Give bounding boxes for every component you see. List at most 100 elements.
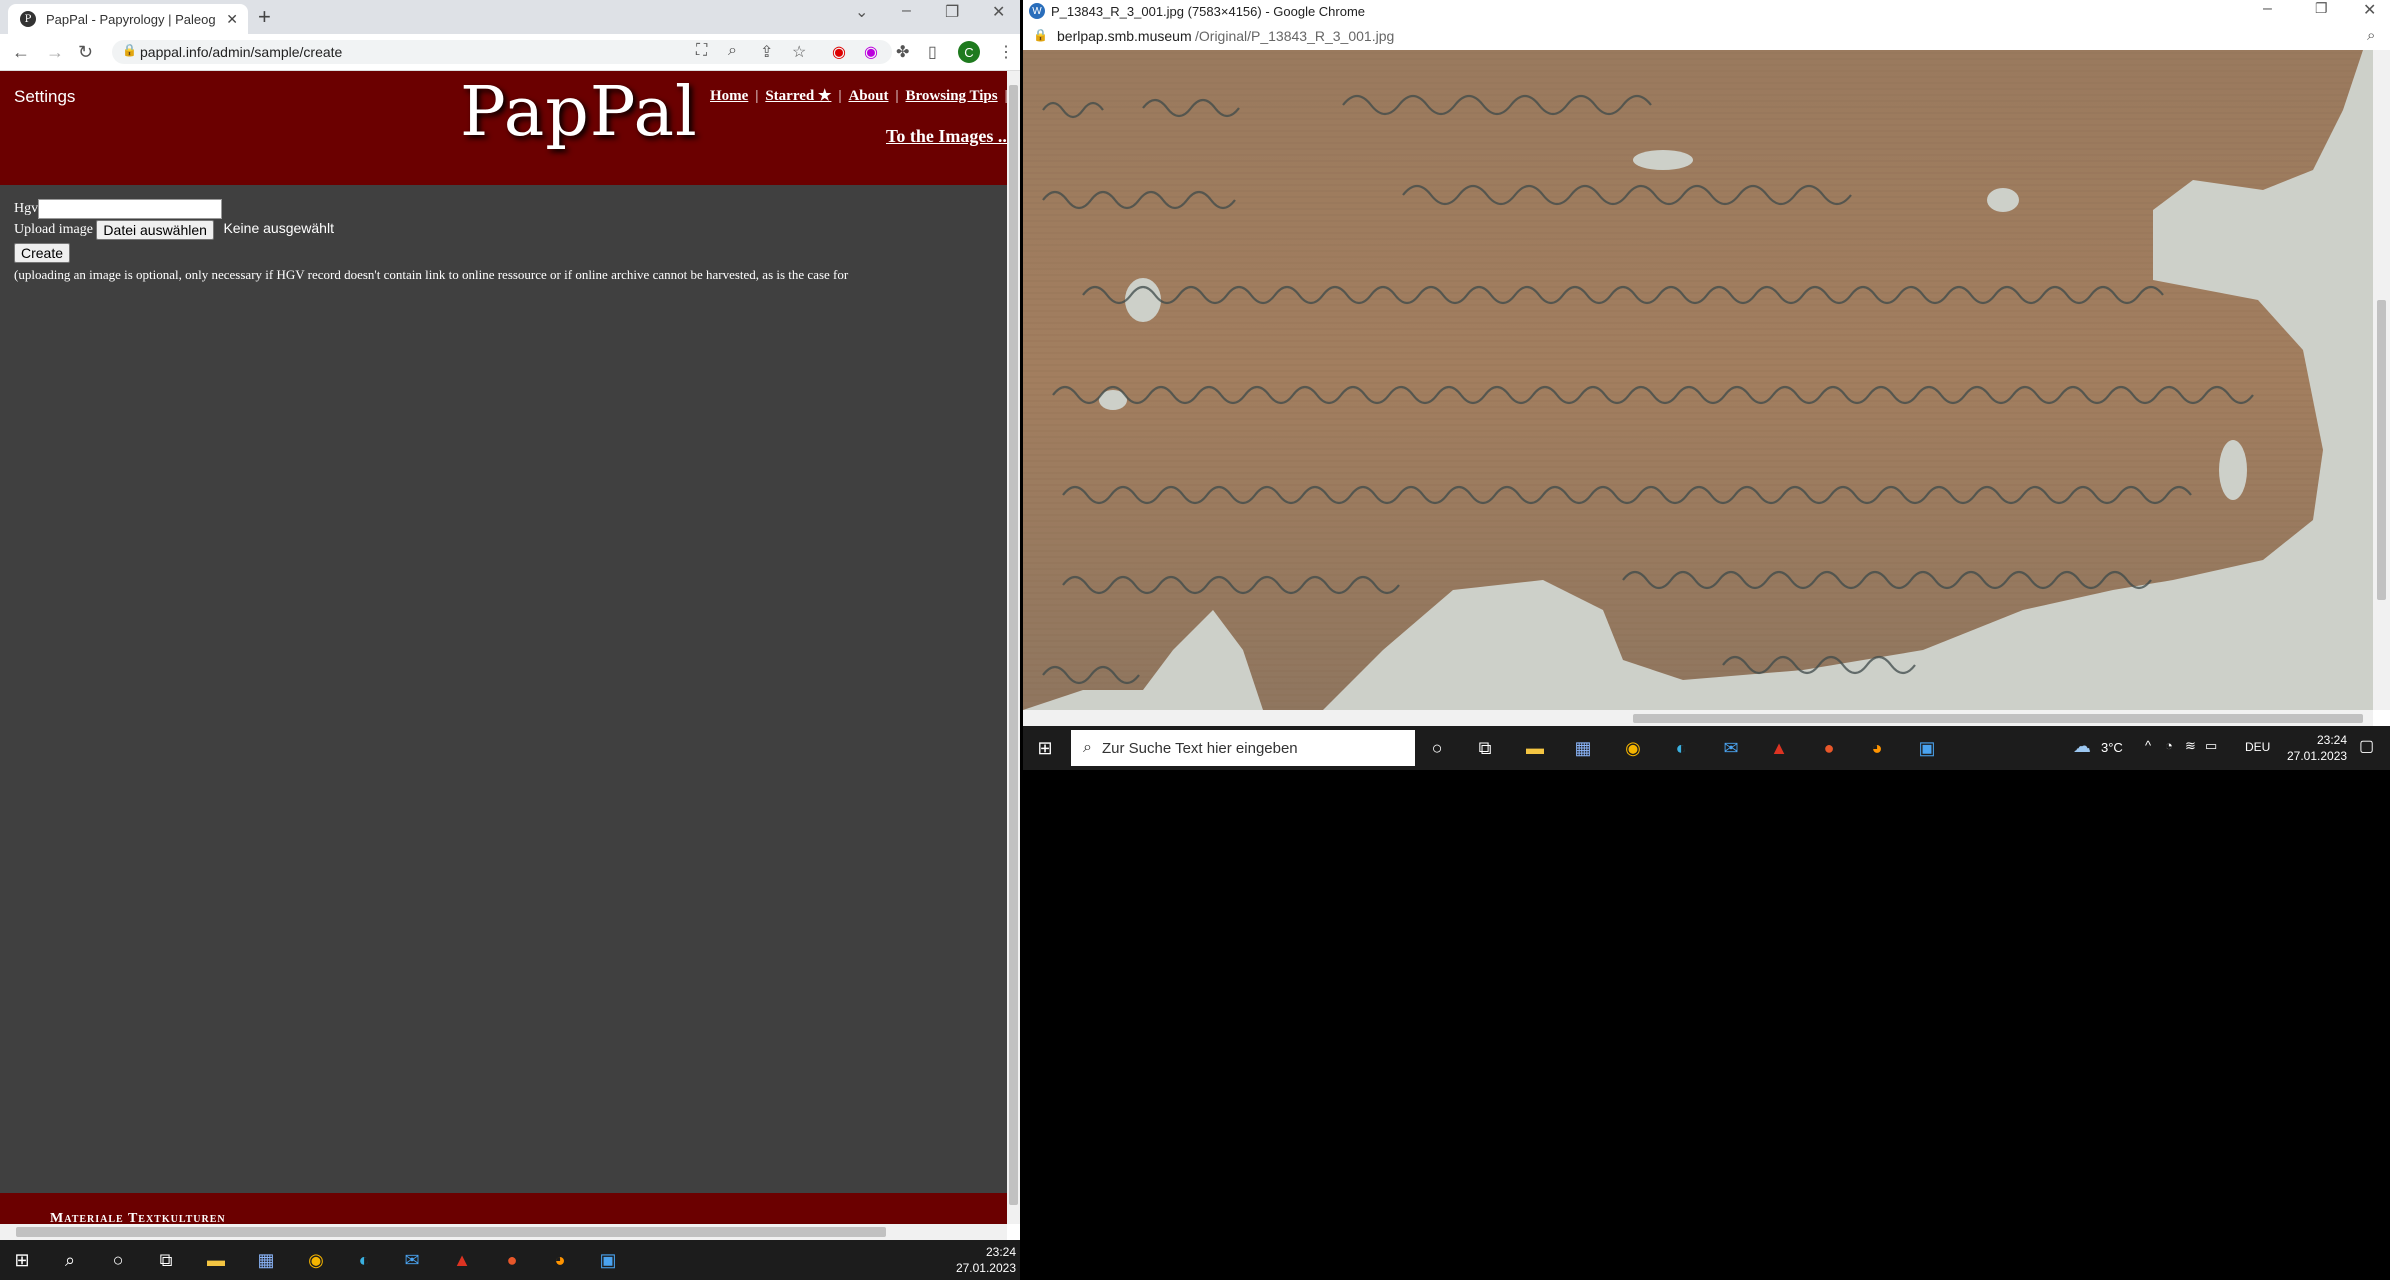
store-icon[interactable]: ▦	[1571, 736, 1595, 760]
site-header: Settings PapPal Home | Starred ★ | About | Bro…	[0, 71, 1007, 185]
left-taskbar: ⊞ ⌕ ○ ⧉ ▬ ▦ ◉ ◐ ✉ ▲ ● ◕ ▣ 23:24 27.01.20…	[0, 1240, 1020, 1280]
extension-red-icon[interactable]: ◉	[832, 42, 846, 62]
task-view-icon[interactable]: ⧉	[1473, 736, 1497, 760]
url-path: /Original/P_13843_R_3_001.jpg	[1195, 28, 1395, 44]
battery-icon[interactable]: ▭	[2205, 738, 2217, 754]
lock-icon: 🔒	[122, 43, 137, 57]
scroll-thumb[interactable]	[1009, 85, 1018, 1205]
restore-icon[interactable]: ❐	[2315, 0, 2328, 17]
tray-chevron-icon[interactable]: ^	[2145, 738, 2151, 753]
pappal-favicon-icon: P	[20, 11, 36, 27]
nav-about[interactable]: About	[848, 88, 888, 104]
cortana-icon[interactable]: ○	[1425, 736, 1449, 760]
to-images-link[interactable]: To the Images ...	[886, 126, 1007, 147]
scroll-thumb[interactable]	[16, 1227, 886, 1237]
cortana-icon[interactable]: ○	[106, 1248, 130, 1272]
scroll-thumb[interactable]	[2377, 300, 2386, 600]
chrome-icon[interactable]: ◉	[1621, 736, 1645, 760]
settings-link[interactable]: Settings	[14, 87, 75, 107]
reload-icon[interactable]: ↻	[78, 42, 93, 63]
left-browser-window: P PapPal - Papyrology | Paleograph ✕ + ⌄…	[0, 0, 1020, 1240]
zoom-icon[interactable]: ⌕	[728, 42, 737, 60]
bookmark-star-icon[interactable]: ☆	[792, 42, 806, 62]
language-indicator[interactable]: DEU	[2245, 740, 2270, 754]
footer-title: Materiale Textkulturen	[50, 1211, 226, 1224]
firefox-icon[interactable]: ◕	[1865, 736, 1889, 760]
horizontal-scrollbar[interactable]	[1023, 710, 2373, 726]
wordpress-icon: W	[1029, 3, 1045, 19]
wifi-icon[interactable]: ≋	[2185, 738, 2196, 754]
profile-avatar[interactable]: C	[958, 41, 980, 63]
share-icon[interactable]: ⇪	[760, 42, 773, 62]
forward-icon[interactable]: →	[46, 42, 64, 63]
tab-pappal[interactable]: P PapPal - Papyrology | Paleograph ✕	[8, 4, 248, 34]
tab-search-chevron-icon[interactable]: ⌄	[855, 2, 868, 22]
close-window-icon[interactable]: ✕	[2363, 0, 2376, 20]
site-footer: Materiale Textkulturen	[0, 1193, 1007, 1224]
search-icon[interactable]: ⌕	[58, 1248, 82, 1272]
extensions-puzzle-icon[interactable]: ✤	[896, 42, 909, 62]
edge-icon[interactable]: ◐	[1669, 736, 1693, 760]
address-bar-row: ← → ↻ 🔒 pappal.info/admin/sample/create …	[0, 34, 1020, 71]
lock-icon: 🔒	[1033, 28, 1048, 42]
task-view-icon[interactable]: ⧉	[154, 1248, 178, 1272]
url-field[interactable]: 🔒 pappal.info/admin/sample/create	[112, 40, 892, 64]
site-logo[interactable]: PapPal	[460, 73, 698, 152]
hgv-input[interactable]	[38, 199, 223, 219]
back-icon[interactable]: ←	[12, 42, 30, 63]
nav-home[interactable]: Home	[710, 88, 748, 104]
start-icon[interactable]: ⊞	[10, 1248, 34, 1272]
tab-title: PapPal - Papyrology | Paleograph	[46, 11, 216, 27]
translate-icon[interactable]: ⛶	[696, 42, 707, 60]
horizontal-scrollbar[interactable]	[0, 1224, 1007, 1240]
vertical-scrollbar[interactable]	[1007, 71, 1020, 1224]
close-window-icon[interactable]: ✕	[992, 2, 1005, 22]
minimize-icon[interactable]: –	[902, 2, 911, 20]
menu-dots-icon[interactable]: ⋮	[998, 42, 1014, 62]
notification-icon[interactable]: ▢	[2359, 736, 2374, 756]
powerpoint-icon[interactable]: ●	[500, 1248, 524, 1272]
search-placeholder: Zur Suche Text hier eingeben	[1101, 739, 1298, 757]
nav-starred[interactable]: Starred ★	[765, 88, 831, 104]
extension-purple-icon[interactable]: ◉	[864, 42, 878, 62]
network-icon[interactable]: ◔	[2165, 738, 2173, 753]
top-nav: Home|Starred ★|About|Browsing Tips|C	[710, 88, 1007, 104]
url-host: berlpap.smb.museum	[1057, 28, 1192, 44]
acrobat-icon[interactable]: ▲	[1767, 736, 1791, 760]
file-explorer-icon[interactable]: ▬	[204, 1248, 228, 1272]
right-taskbar-clock[interactable]: 23:24 27.01.2023	[2287, 732, 2347, 764]
firefox-icon[interactable]: ◕	[548, 1248, 572, 1272]
new-tab-icon[interactable]: +	[258, 4, 271, 30]
acrobat-icon[interactable]: ▲	[450, 1248, 474, 1272]
scroll-thumb[interactable]	[1633, 714, 2363, 723]
url-text: pappal.info/admin/sample/create	[140, 44, 343, 60]
start-icon[interactable]: ⊞	[1033, 736, 1057, 760]
mail-icon[interactable]: ✉	[400, 1248, 424, 1272]
nav-browsing-tips[interactable]: Browsing Tips	[905, 88, 997, 104]
photos-icon[interactable]: ▣	[1915, 736, 1939, 760]
restore-icon[interactable]: ❐	[945, 2, 959, 22]
powerpoint-icon[interactable]: ●	[1817, 736, 1841, 760]
taskbar-search-box[interactable]: ⌕ Zur Suche Text hier eingeben	[1071, 730, 1415, 766]
weather-temp[interactable]: 3°C	[2101, 740, 2123, 755]
title-bar: W P_13843_R_3_001.jpg (7583×4156) - Goog…	[1023, 0, 2390, 24]
mail-icon[interactable]: ✉	[1719, 736, 1743, 760]
address-row[interactable]: 🔒 berlpap.smb.museum /Original/P_13843_R…	[1023, 24, 2390, 50]
create-button[interactable]: Create	[14, 243, 71, 263]
minimize-icon[interactable]: –	[2263, 0, 2272, 18]
file-explorer-icon[interactable]: ▬	[1523, 736, 1547, 760]
store-icon[interactable]: ▦	[254, 1248, 278, 1272]
clock-time: 23:24	[985, 1245, 1016, 1259]
photos-icon[interactable]: ▣	[596, 1248, 620, 1272]
side-panel-icon[interactable]: ▯	[928, 42, 937, 62]
chrome-icon[interactable]: ◉	[304, 1248, 328, 1272]
tab-close-icon[interactable]: ✕	[226, 11, 238, 28]
papyrus-image-svg	[1023, 50, 2373, 710]
left-taskbar-clock[interactable]: 23:24 27.01.2023	[940, 1244, 1016, 1276]
weather-cloud-icon[interactable]: ☁	[2073, 736, 2091, 757]
vertical-scrollbar[interactable]	[2373, 50, 2390, 710]
edge-icon[interactable]: ◐	[352, 1248, 376, 1272]
zoom-icon[interactable]: ⌕	[2367, 27, 2375, 44]
choose-file-button[interactable]: Datei auswählen	[96, 220, 214, 240]
papyrus-image[interactable]	[1023, 50, 2373, 710]
